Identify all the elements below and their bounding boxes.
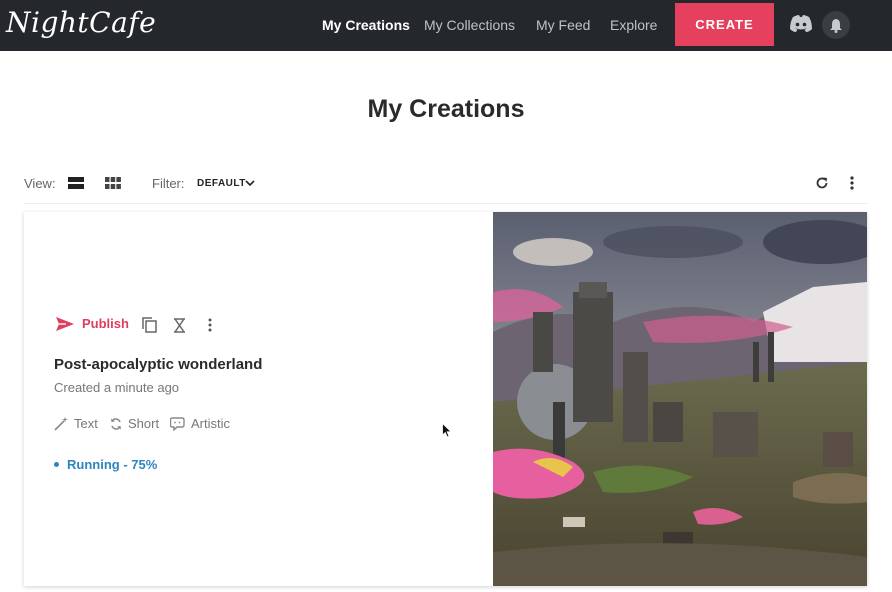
evolve-button[interactable] bbox=[170, 316, 188, 334]
view-label: View: bbox=[24, 176, 56, 191]
creation-title: Post-apocalyptic wonderland bbox=[54, 356, 263, 373]
bell-icon bbox=[830, 18, 842, 33]
tag-artistic: Artistic bbox=[170, 416, 230, 431]
grid-view-icon bbox=[105, 177, 121, 189]
status-text: Running - 75% bbox=[67, 457, 158, 472]
tag-artistic-label: Artistic bbox=[191, 416, 230, 431]
refresh-icon bbox=[816, 177, 828, 189]
send-icon bbox=[56, 316, 74, 331]
more-vertical-icon bbox=[850, 176, 854, 190]
create-button[interactable]: CREATE bbox=[675, 3, 774, 46]
nav-my-collections[interactable]: My Collections bbox=[424, 17, 515, 33]
list-view-icon bbox=[68, 177, 84, 189]
status-indicator: Running - 75% bbox=[54, 457, 157, 472]
tag-short-label: Short bbox=[128, 416, 160, 431]
page-title: My Creations bbox=[367, 95, 525, 123]
tag-short: Short bbox=[109, 416, 159, 431]
nav-my-creations[interactable]: My Creations bbox=[322, 17, 410, 33]
nightcafe-logo[interactable]: NightCafe bbox=[6, 6, 156, 39]
toolbar-divider bbox=[24, 203, 868, 204]
refresh-button[interactable] bbox=[814, 175, 830, 191]
chat-bubble-icon bbox=[170, 416, 185, 431]
copy-icon bbox=[141, 317, 157, 333]
nav-my-feed[interactable]: My Feed bbox=[536, 17, 590, 33]
discord-icon[interactable] bbox=[789, 14, 813, 34]
tag-text-label: Text bbox=[74, 416, 98, 431]
creation-image[interactable] bbox=[493, 212, 867, 586]
notifications-button[interactable] bbox=[822, 11, 850, 39]
duplicate-button[interactable] bbox=[140, 316, 158, 334]
top-nav: NightCafe My Creations My Collections My… bbox=[0, 0, 892, 51]
cycle-icon bbox=[111, 417, 121, 430]
chevron-down-icon[interactable] bbox=[244, 178, 256, 188]
status-dot bbox=[54, 462, 59, 467]
grid-view-button[interactable] bbox=[104, 176, 122, 190]
created-timestamp: Created a minute ago bbox=[54, 380, 180, 395]
list-view-button[interactable] bbox=[67, 176, 85, 190]
publish-button[interactable]: Publish bbox=[56, 316, 129, 331]
mouse-cursor-icon bbox=[442, 422, 452, 443]
more-vertical-icon bbox=[208, 318, 212, 332]
publish-label: Publish bbox=[82, 316, 129, 331]
filter-dropdown[interactable]: DEFAULT bbox=[197, 178, 246, 189]
tag-text: Text bbox=[54, 416, 98, 431]
magic-wand-icon bbox=[54, 417, 68, 431]
hourglass-icon bbox=[173, 317, 185, 333]
nav-explore[interactable]: Explore bbox=[610, 17, 657, 33]
filter-label: Filter: bbox=[152, 176, 185, 191]
card-more-button[interactable] bbox=[204, 316, 216, 334]
more-options-button[interactable] bbox=[846, 175, 858, 191]
